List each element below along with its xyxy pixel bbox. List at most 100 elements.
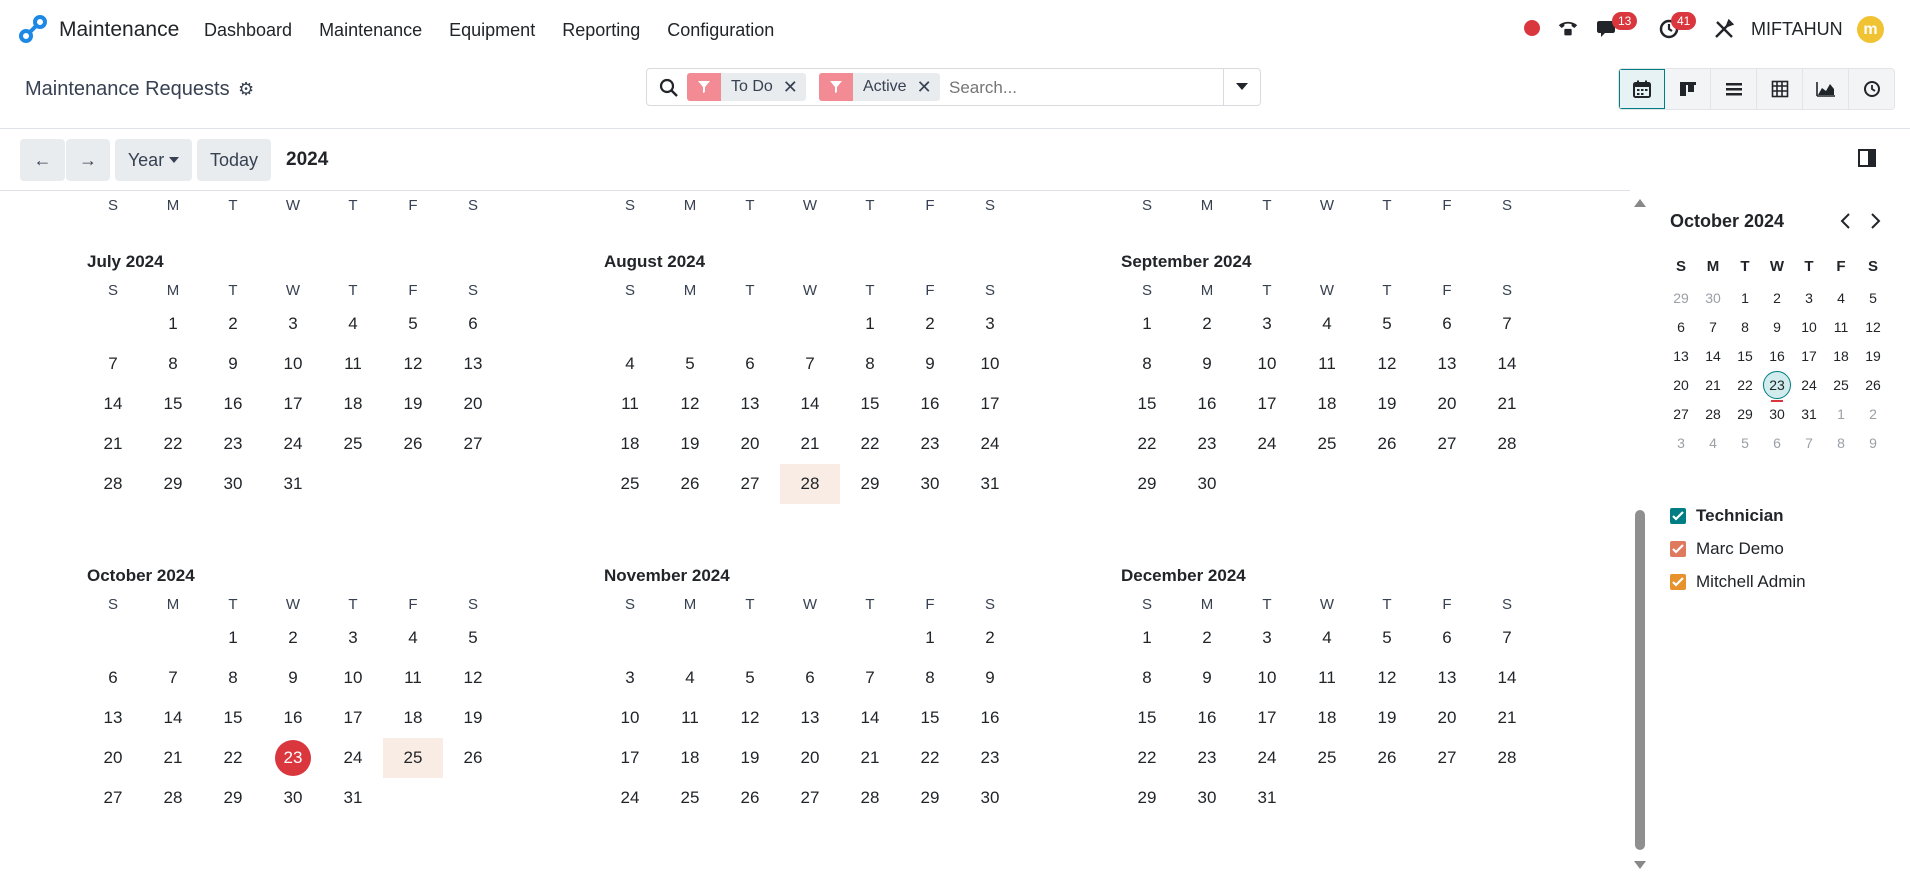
calendar-day[interactable]: 8 (143, 344, 203, 384)
mini-day[interactable]: 28 (1697, 399, 1729, 429)
calendar-day[interactable]: 31 (263, 464, 323, 504)
calendar-day[interactable]: 19 (660, 424, 720, 464)
calendar-day[interactable]: 1 (203, 618, 263, 658)
calendar-day[interactable]: 29 (840, 464, 900, 504)
calendar-day[interactable]: 6 (1417, 618, 1477, 658)
app-name[interactable]: Maintenance (59, 18, 179, 42)
calendar-day[interactable]: 26 (443, 738, 503, 778)
calendar-day[interactable]: 16 (1177, 698, 1237, 738)
calendar-day[interactable]: 17 (960, 384, 1020, 424)
calendar-day[interactable]: 16 (1177, 384, 1237, 424)
calendar-day[interactable]: 3 (263, 304, 323, 344)
menu-maintenance[interactable]: Maintenance (319, 20, 422, 41)
calendar-day[interactable]: 6 (83, 658, 143, 698)
mini-day[interactable]: 29 (1729, 399, 1761, 429)
calendar-day[interactable]: 17 (600, 738, 660, 778)
calendar-day[interactable]: 15 (840, 384, 900, 424)
calendar-day[interactable]: 16 (263, 698, 323, 738)
calendar-day[interactable]: 4 (660, 658, 720, 698)
mini-day[interactable]: 13 (1665, 341, 1697, 371)
calendar-day[interactable]: 29 (900, 778, 960, 818)
calendar-day[interactable]: 5 (660, 344, 720, 384)
calendar-day[interactable]: 24 (600, 778, 660, 818)
calendar-day[interactable]: 27 (1417, 738, 1477, 778)
calendar-day[interactable]: 1 (1117, 618, 1177, 658)
menu-reporting[interactable]: Reporting (562, 20, 640, 41)
calendar-day[interactable]: 26 (1357, 738, 1417, 778)
calendar-day[interactable]: 7 (840, 658, 900, 698)
calendar-day[interactable]: 2 (900, 304, 960, 344)
menu-dashboard[interactable]: Dashboard (204, 20, 292, 41)
calendar-day[interactable]: 13 (780, 698, 840, 738)
calendar-day[interactable]: 3 (323, 618, 383, 658)
calendar-day[interactable]: 15 (900, 698, 960, 738)
calendar-day[interactable]: 15 (1117, 698, 1177, 738)
calendar-day[interactable]: 18 (323, 384, 383, 424)
mini-day[interactable]: 26 (1857, 370, 1889, 400)
previous-button[interactable]: ← (20, 139, 65, 181)
checkbox-checked-icon[interactable] (1670, 573, 1686, 590)
mini-day[interactable]: 5 (1729, 428, 1761, 458)
calendar-day[interactable]: 30 (960, 778, 1020, 818)
calendar-day[interactable]: 20 (1417, 384, 1477, 424)
checkbox-checked-icon[interactable] (1670, 540, 1686, 557)
calendar-day[interactable]: 9 (203, 344, 263, 384)
mini-day[interactable]: 14 (1697, 341, 1729, 371)
calendar-day[interactable]: 10 (960, 344, 1020, 384)
calendar-day[interactable]: 2 (960, 618, 1020, 658)
calendar-day[interactable]: 2 (263, 618, 323, 658)
calendar-day[interactable]: 18 (660, 738, 720, 778)
view-calendar-button[interactable] (1619, 69, 1665, 109)
calendar-day[interactable]: 11 (660, 698, 720, 738)
mini-day[interactable]: 19 (1857, 341, 1889, 371)
calendar-day[interactable]: 10 (323, 658, 383, 698)
calendar-day[interactable]: 16 (203, 384, 263, 424)
calendar-day[interactable]: 22 (840, 424, 900, 464)
calendar-day[interactable]: 22 (1117, 424, 1177, 464)
checkbox-checked-icon[interactable] (1670, 507, 1686, 524)
calendar-day[interactable]: 30 (263, 778, 323, 818)
calendar-day[interactable]: 23 (203, 424, 263, 464)
calendar-day[interactable]: 13 (83, 698, 143, 738)
calendar-day[interactable]: 22 (203, 738, 263, 778)
view-pivot-button[interactable] (1757, 69, 1803, 109)
calendar-day[interactable]: 31 (960, 464, 1020, 504)
mini-day[interactable]: 25 (1825, 370, 1857, 400)
mini-day[interactable]: 4 (1697, 428, 1729, 458)
calendar-day[interactable]: 18 (1297, 698, 1357, 738)
calendar-day[interactable]: 23 (900, 424, 960, 464)
calendar-day[interactable]: 11 (1297, 344, 1357, 384)
calendar-day[interactable]: 18 (383, 698, 443, 738)
calendar-day[interactable]: 13 (1417, 658, 1477, 698)
calendar-day[interactable]: 2 (203, 304, 263, 344)
menu-configuration[interactable]: Configuration (667, 20, 774, 41)
calendar-day[interactable]: 14 (143, 698, 203, 738)
mini-day[interactable]: 22 (1729, 370, 1761, 400)
scroll-up-arrow-icon[interactable] (1634, 199, 1646, 207)
calendar-day[interactable]: 28 (83, 464, 143, 504)
calendar-day[interactable]: 5 (1357, 618, 1417, 658)
mini-day[interactable]: 15 (1729, 341, 1761, 371)
calendar-day[interactable]: 20 (780, 738, 840, 778)
calendar-day[interactable]: 26 (1357, 424, 1417, 464)
calendar-day[interactable]: 12 (1357, 658, 1417, 698)
mini-day[interactable]: 9 (1857, 428, 1889, 458)
mini-day[interactable]: 12 (1857, 312, 1889, 342)
next-button[interactable]: → (66, 139, 110, 181)
mini-day[interactable]: 30 (1697, 283, 1729, 313)
calendar-day[interactable]: 20 (443, 384, 503, 424)
mini-day[interactable]: 6 (1761, 428, 1793, 458)
calendar-day[interactable]: 5 (720, 658, 780, 698)
sidebar-toggle-icon[interactable] (1858, 149, 1876, 167)
calendar-day[interactable]: 5 (443, 618, 503, 658)
mini-day[interactable]: 9 (1761, 312, 1793, 342)
calendar-day[interactable]: 12 (383, 344, 443, 384)
mini-day[interactable]: 11 (1825, 312, 1857, 342)
mini-day[interactable]: 8 (1729, 312, 1761, 342)
mini-day[interactable]: 7 (1697, 312, 1729, 342)
remove-facet-close-icon[interactable]: ✕ (783, 77, 806, 98)
mini-day[interactable]: 6 (1665, 312, 1697, 342)
calendar-day[interactable]: 22 (143, 424, 203, 464)
calendar-day[interactable]: 9 (263, 658, 323, 698)
search-icon[interactable] (659, 78, 679, 98)
